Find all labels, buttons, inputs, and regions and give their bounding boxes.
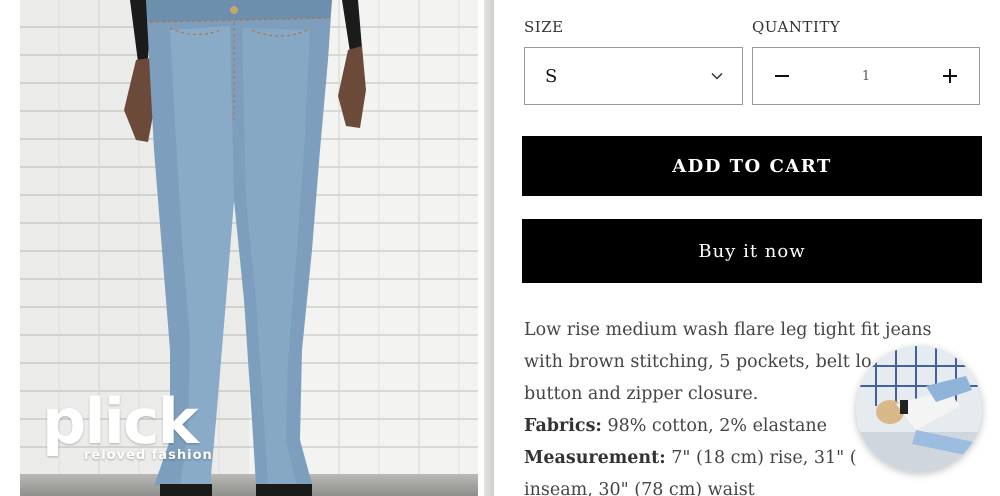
quantity-input[interactable]: 1 bbox=[862, 69, 870, 84]
video-preview-bubble[interactable] bbox=[856, 346, 982, 472]
buy-now-button[interactable]: Buy it now bbox=[522, 219, 982, 283]
chevron-down-icon bbox=[711, 72, 723, 80]
size-select[interactable]: S bbox=[524, 47, 743, 105]
photo-edge bbox=[484, 0, 494, 496]
product-photo[interactable]: plick reloved fashion bbox=[20, 0, 478, 496]
logo-wordmark: plick bbox=[42, 385, 199, 458]
quantity-label: QUANTITY bbox=[752, 18, 841, 36]
size-selected-value: S bbox=[545, 65, 558, 87]
add-to-cart-button[interactable]: ADD TO CART bbox=[522, 136, 982, 196]
plick-logo: plick reloved fashion bbox=[42, 385, 222, 464]
plus-icon bbox=[943, 69, 957, 83]
quantity-stepper: 1 bbox=[752, 47, 980, 105]
increment-button[interactable] bbox=[921, 48, 979, 104]
size-label: SIZE bbox=[524, 18, 564, 36]
decrement-button[interactable] bbox=[753, 48, 811, 104]
minus-icon bbox=[775, 75, 789, 77]
logo-tagline: reloved fashion bbox=[84, 448, 213, 463]
video-thumbnail bbox=[856, 346, 982, 472]
